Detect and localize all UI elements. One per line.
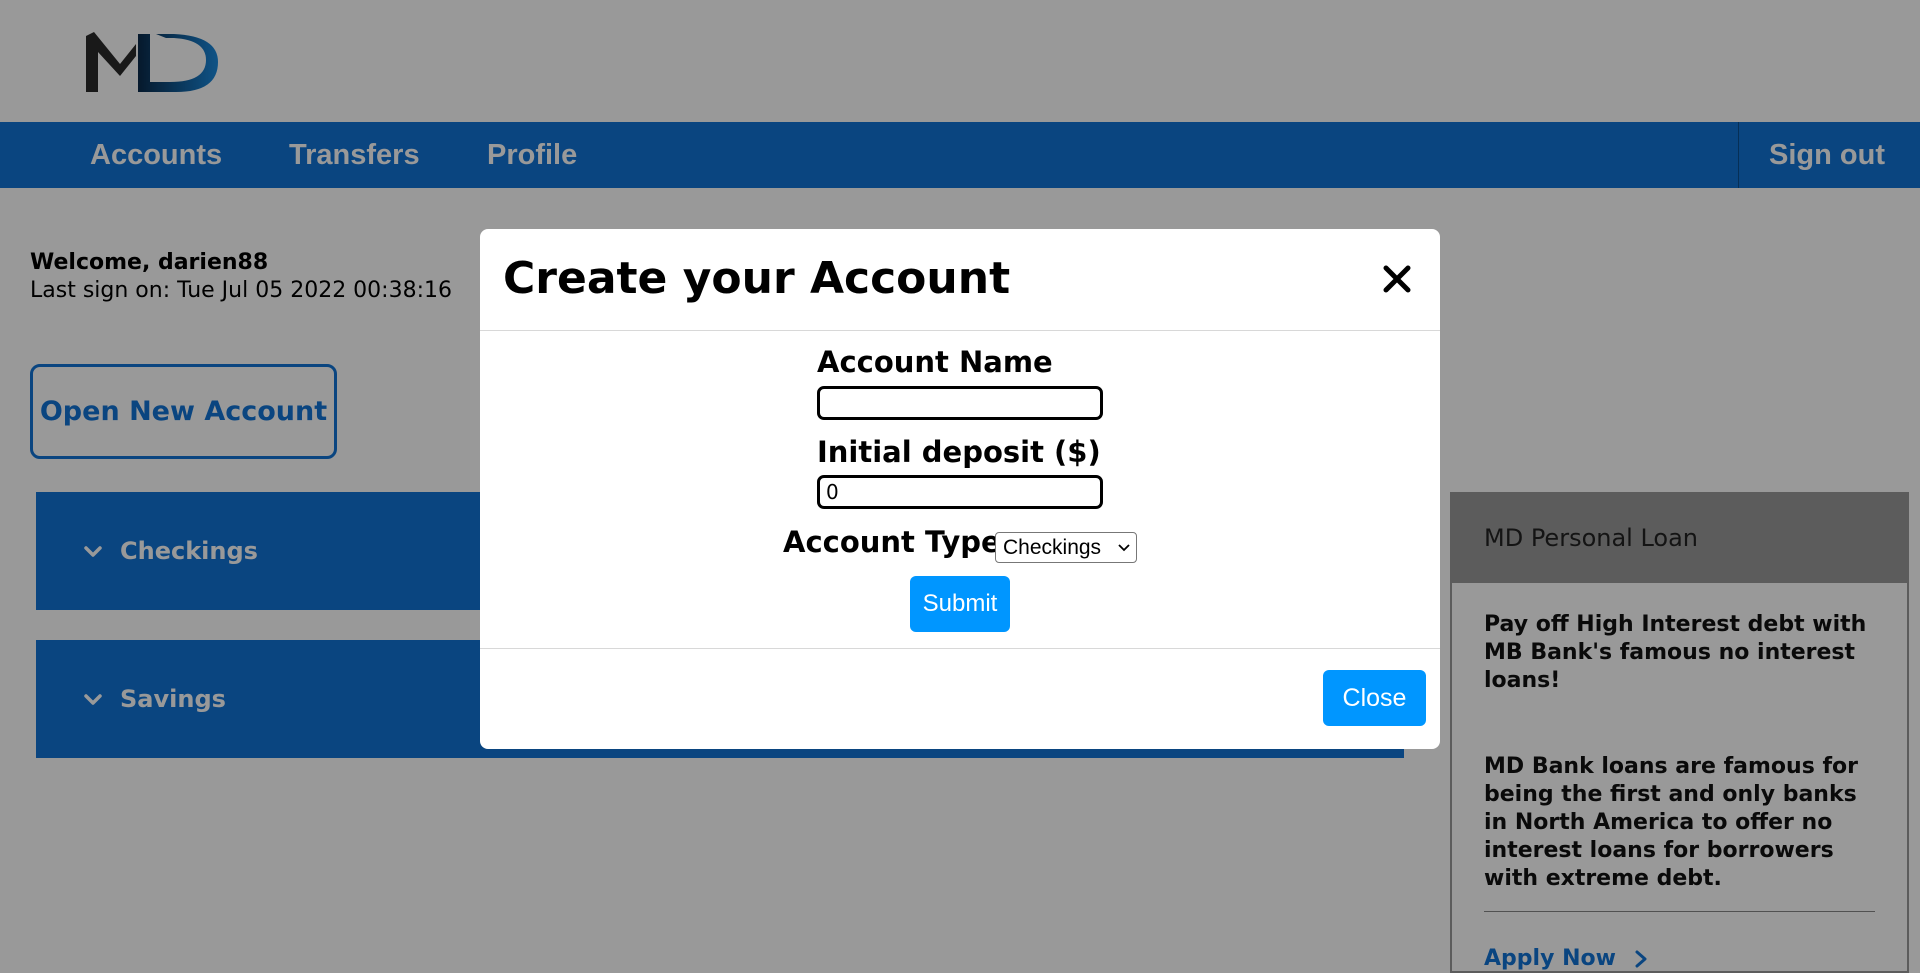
deposit-label: Initial deposit ($) — [817, 435, 1101, 469]
close-icon[interactable] — [1382, 264, 1412, 294]
close-button[interactable]: Close — [1323, 670, 1426, 726]
submit-button[interactable]: Submit — [910, 576, 1010, 632]
modal-title: Create your Account — [503, 253, 1011, 304]
account-type-value: Checkings — [1003, 536, 1102, 559]
create-account-modal: Create your Account Account Name Initial… — [480, 229, 1440, 749]
chevron-down-icon — [1118, 544, 1130, 552]
account-type-select[interactable]: Checkings — [995, 532, 1137, 563]
modal-header: Create your Account — [480, 229, 1440, 331]
deposit-input[interactable] — [817, 475, 1103, 509]
account-type-label: Account Type: — [783, 525, 1013, 559]
account-name-input[interactable] — [817, 386, 1103, 420]
modal-footer — [480, 648, 1440, 749]
account-name-label: Account Name — [817, 345, 1053, 379]
